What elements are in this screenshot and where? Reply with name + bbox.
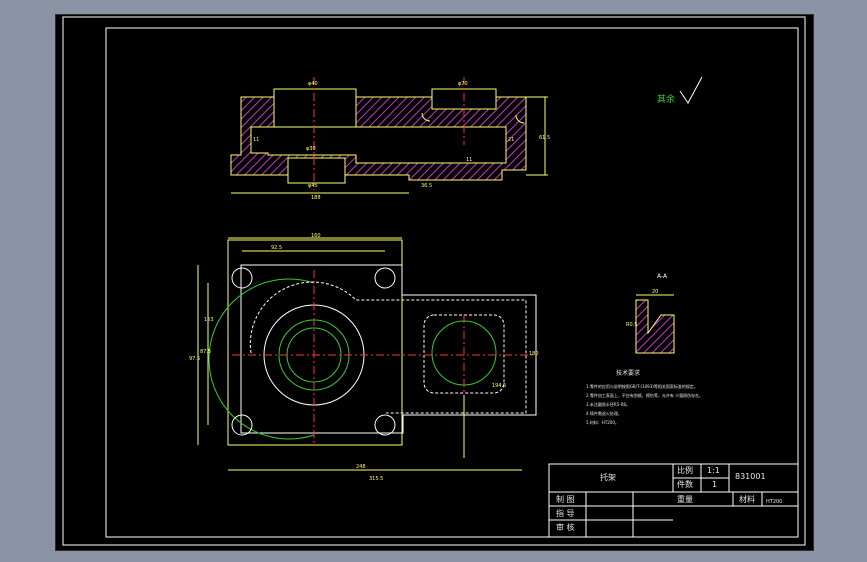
dim-text: φ30 <box>306 146 316 152</box>
dim-text: 248 <box>356 464 366 470</box>
dim-text: 11 <box>253 137 259 143</box>
tech-req-line: 2.零件加工表面上，不应有划痕、擦伤等，允许有 少量损伤存在。 <box>586 393 704 398</box>
dim-text: 188 <box>311 195 321 201</box>
drawn-label: 制 图 <box>556 495 575 504</box>
dim-text: 21 <box>508 137 514 143</box>
dim-text: R0.5 <box>626 322 637 328</box>
cad-drawing: φ40 φ70 φ30 φ45 188 11 21 61.5 36.5 11 其… <box>62 16 806 546</box>
detail-view: A-A 20 R0.5 <box>626 273 675 354</box>
dim-text: 61.5 <box>539 135 550 141</box>
tech-req-line: 4.铸件需退火处理。 <box>586 411 622 416</box>
qty-label: 件数 <box>677 480 693 489</box>
part-name: 托架 <box>600 473 616 482</box>
dim-text: φ45 <box>308 183 318 189</box>
dim-text: 160 <box>311 233 321 239</box>
dim-text: 20 <box>652 289 658 295</box>
detail-label: A-A <box>657 273 668 280</box>
material-value: HT200 <box>766 499 783 505</box>
designed-label: 指 导 <box>556 509 575 518</box>
section-view <box>230 77 548 194</box>
tech-req-line: 3.未注圆角半径R5-R8。 <box>586 402 630 407</box>
surface-roughness-note: 其余 <box>657 76 703 105</box>
scale-label: 比例 <box>677 466 693 475</box>
drawing-viewport[interactable]: φ40 φ70 φ30 φ45 188 11 21 61.5 36.5 11 其… <box>55 14 814 551</box>
surface-note-text: 其余 <box>657 93 675 105</box>
checked-label: 审 核 <box>556 523 575 532</box>
scale-value: 1:1 <box>707 466 720 475</box>
dim-text: 153 <box>204 317 214 323</box>
drawing-number: 831001 <box>735 472 766 481</box>
dim-text: 11 <box>466 157 472 163</box>
tech-req-line: 5.材料：HT200。 <box>586 420 619 425</box>
qty-value: 1 <box>712 480 718 489</box>
weight-label: 重量 <box>677 495 693 504</box>
dim-text: φ40 <box>308 81 318 87</box>
dim-text: 36.5 <box>421 183 432 189</box>
dim-text: 194.5 <box>492 383 506 389</box>
dim-text: φ70 <box>458 81 468 87</box>
dim-text: 315.5 <box>369 476 383 482</box>
material-label: 材料 <box>739 495 755 504</box>
dim-text: 180 <box>529 351 539 357</box>
dim-text: 87.5 <box>200 349 211 355</box>
plan-view <box>197 237 537 471</box>
dim-text: 92.5 <box>271 245 282 251</box>
tech-req-line: 1.零件的应用与说明按照GB/T-(1093)等相关国家标准的规定。 <box>586 384 698 389</box>
tech-requirements-title: 技术要求 <box>616 370 641 377</box>
dim-text: 97.5 <box>189 356 200 362</box>
